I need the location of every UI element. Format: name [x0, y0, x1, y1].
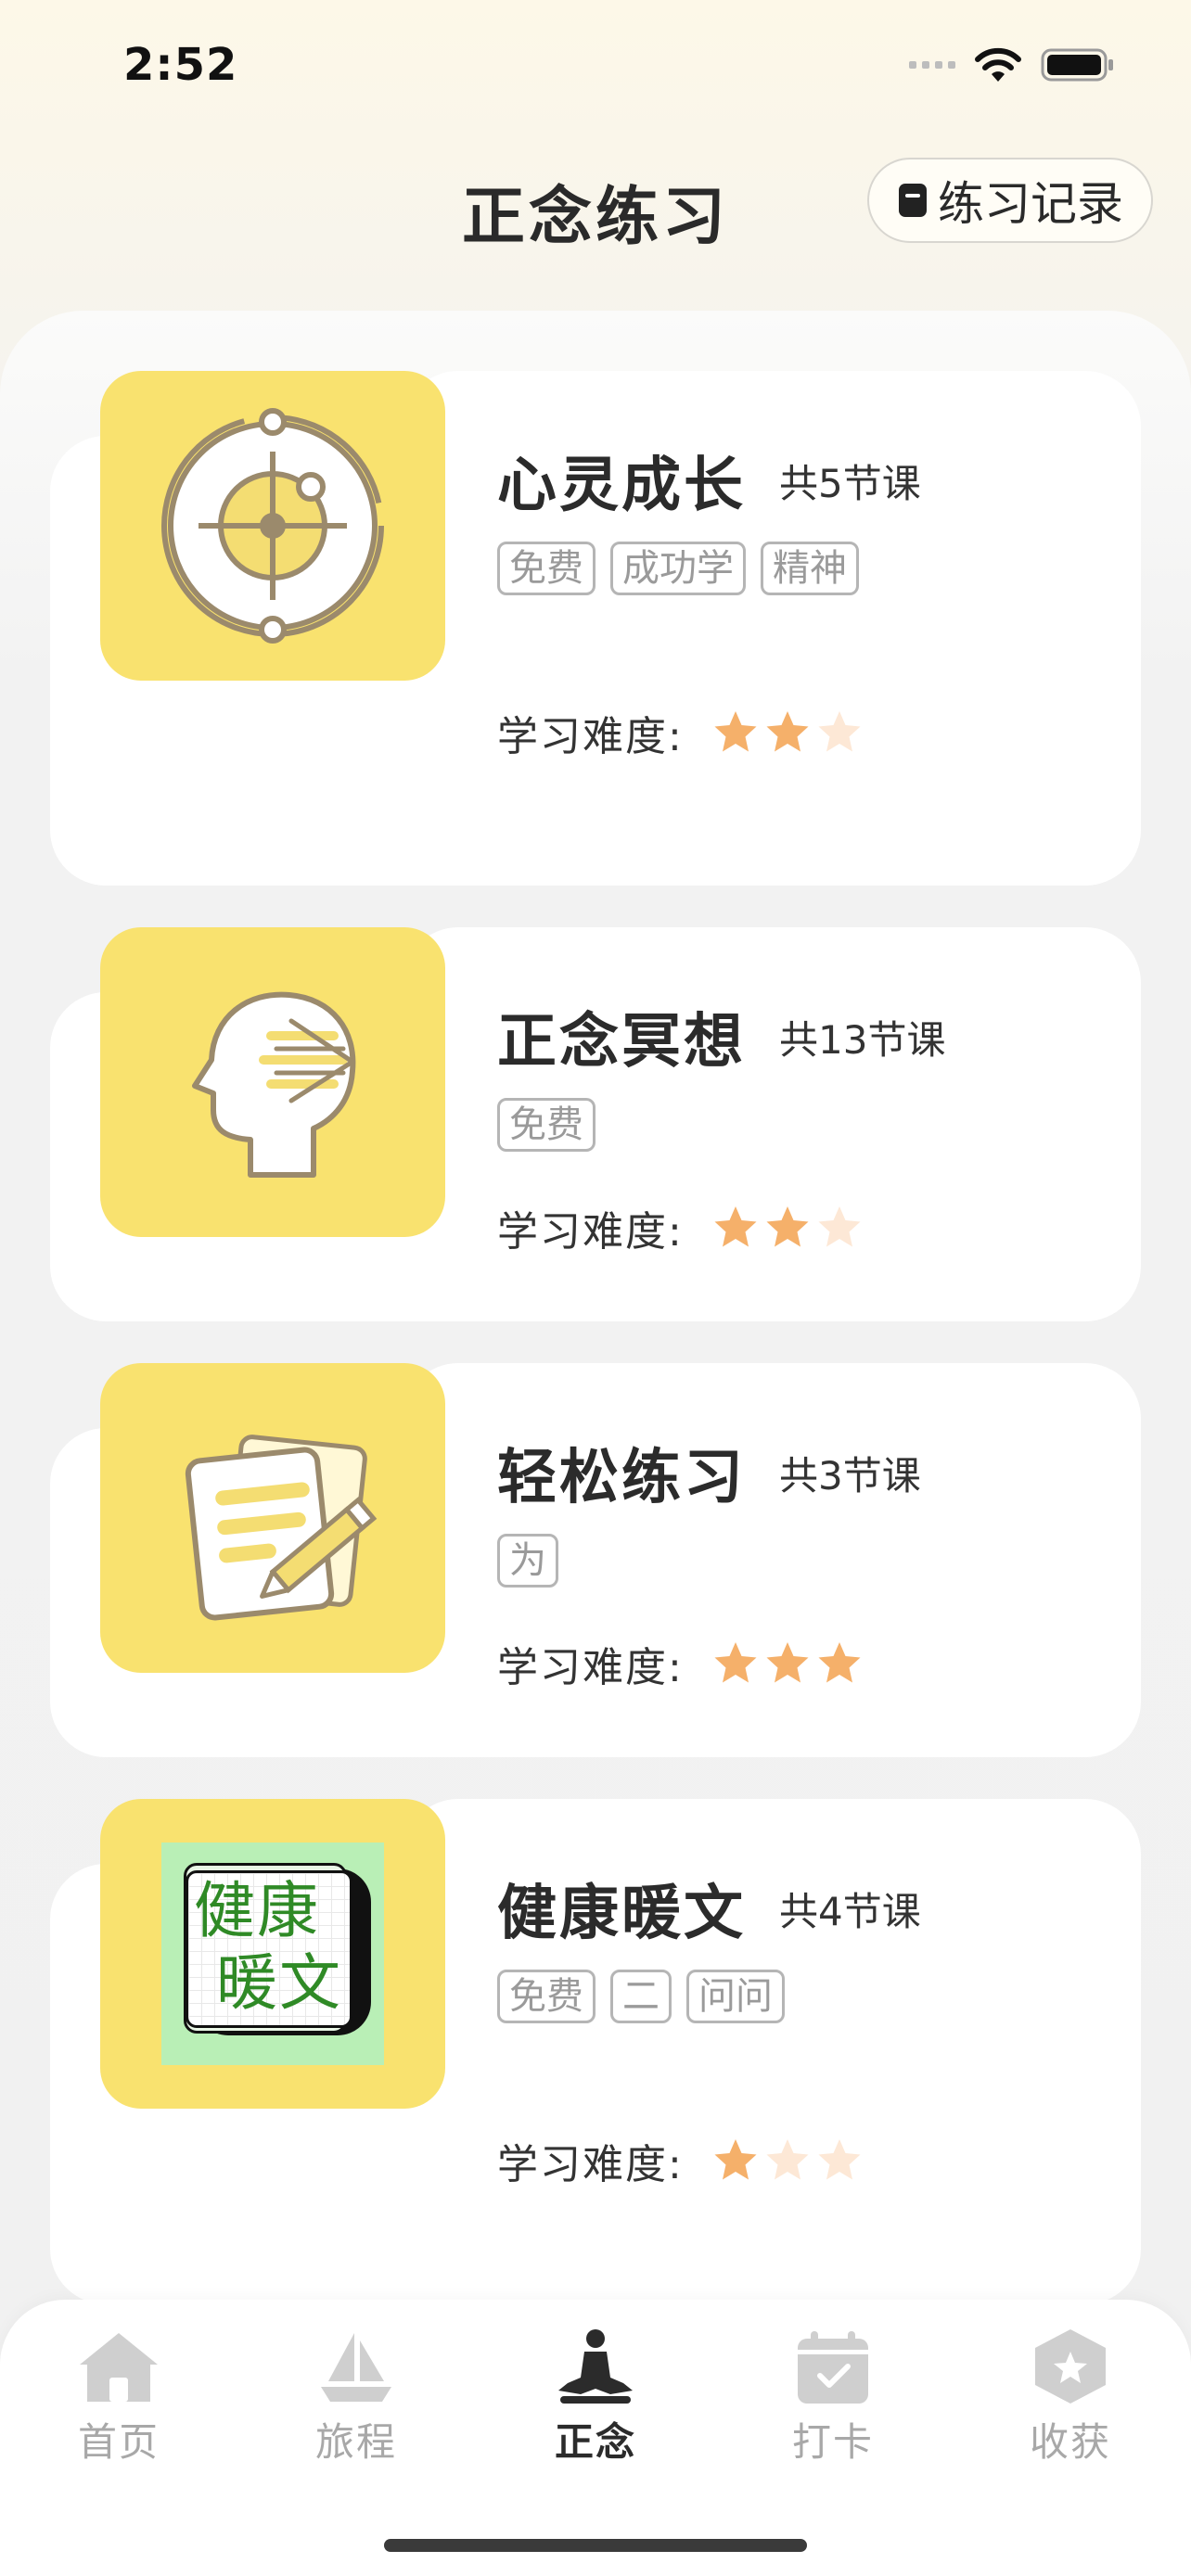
star-empty-icon	[766, 2139, 809, 2180]
course-list: 心灵成长 共5节课 免费 成功学 精神 学习难度: 正念冥想 共13节课 免费	[0, 311, 1191, 2443]
practice-record-label: 练习记录	[938, 177, 1123, 231]
course-card[interactable]: 心灵成长 共5节课 免费 成功学 精神 学习难度:	[50, 371, 1141, 886]
difficulty-stars	[711, 1204, 864, 1252]
wifi-icon	[975, 47, 1021, 82]
course-thumbnail	[100, 1363, 445, 1673]
notebook-icon	[899, 184, 927, 217]
course-card[interactable]: 正念冥想 共13节课 免费 学习难度:	[50, 927, 1141, 1321]
calendar-check-icon	[798, 2331, 868, 2404]
star-empty-icon	[818, 711, 861, 752]
difficulty-label: 学习难度:	[497, 1644, 684, 1691]
star-empty-icon	[818, 2139, 861, 2180]
star-filled-icon	[714, 1642, 757, 1683]
lesson-count: 共4节课	[779, 1889, 921, 1934]
thumb-text-line: 暖文	[216, 1947, 342, 2019]
compass-target-icon	[161, 408, 384, 644]
tag: 成功学	[610, 542, 746, 595]
notes-pencil-icon	[185, 1435, 378, 1621]
tab-label: 首页	[77, 2419, 160, 2465]
health-article-image: 健康 暖文	[161, 1843, 384, 2065]
difficulty-stars	[711, 1639, 864, 1688]
difficulty-row: 学习难度:	[497, 1198, 864, 1257]
course-card[interactable]: 轻松练习 共3节课 为 学习难度:	[50, 1363, 1141, 1757]
tab-checkin[interactable]: 打卡	[740, 2327, 926, 2468]
course-thumbnail	[100, 927, 445, 1237]
tab-harvest[interactable]: 收获	[978, 2327, 1163, 2468]
star-filled-icon	[766, 1206, 809, 1247]
tab-label: 正念	[554, 2419, 636, 2465]
tag: 免费	[497, 1970, 596, 2023]
status-icons	[909, 46, 1115, 83]
course-title: 健康暖文	[497, 1880, 746, 1948]
tab-home[interactable]: 首页	[26, 2327, 211, 2468]
tag: 问问	[686, 1970, 785, 2023]
meditation-icon	[558, 2329, 633, 2404]
star-filled-icon	[714, 711, 757, 752]
star-filled-icon	[714, 2139, 757, 2180]
tab-bar: 首页 旅程 正念 打卡 收获	[0, 2300, 1191, 2576]
practice-record-button[interactable]: 练习记录	[867, 158, 1153, 243]
course-card[interactable]: 健康 暖文 健康暖文 共4节课 免费 二 问问 学习难度:	[50, 1799, 1141, 2304]
tag: 免费	[497, 542, 596, 595]
tag: 免费	[497, 1098, 596, 1152]
tag-list: 免费 二 问问	[497, 1970, 785, 2023]
head-meditation-icon	[192, 991, 356, 1178]
star-filled-icon	[714, 1206, 757, 1247]
tag: 精神	[761, 542, 859, 595]
tag-list: 为	[497, 1534, 558, 1588]
difficulty-stars	[711, 708, 864, 757]
tab-mindfulness[interactable]: 正念	[503, 2327, 688, 2468]
tab-label: 收获	[1029, 2419, 1111, 2465]
home-icon	[80, 2333, 158, 2402]
sailboat-icon	[321, 2333, 391, 2402]
difficulty-label: 学习难度:	[497, 713, 684, 760]
course-thumbnail	[100, 371, 445, 681]
course-title: 心灵成长	[497, 452, 746, 520]
lesson-count: 共5节课	[779, 461, 921, 506]
course-thumbnail: 健康 暖文	[100, 1799, 445, 2109]
status-bar: 2:52	[0, 0, 1191, 139]
star-filled-icon	[766, 711, 809, 752]
battery-icon	[1041, 48, 1113, 82]
tag-list: 免费	[497, 1098, 596, 1152]
difficulty-row: 学习难度:	[497, 703, 864, 762]
tag-list: 免费 成功学 精神	[497, 542, 859, 595]
star-filled-icon	[766, 1642, 809, 1683]
status-time: 2:52	[123, 39, 238, 91]
hexagon-star-icon	[1035, 2329, 1106, 2404]
star-empty-icon	[818, 1206, 861, 1247]
difficulty-label: 学习难度:	[497, 1208, 684, 1256]
thumb-text-line: 健康	[194, 1875, 320, 1946]
difficulty-row: 学习难度:	[497, 1634, 864, 1693]
header: 正念练习 练习记录	[0, 148, 1191, 260]
lesson-count: 共13节课	[779, 1017, 946, 1063]
tab-label: 打卡	[791, 2419, 874, 2465]
star-filled-icon	[818, 1642, 861, 1683]
course-title: 轻松练习	[497, 1444, 746, 1512]
tab-label: 旅程	[314, 2419, 397, 2465]
difficulty-row: 学习难度:	[497, 2131, 864, 2190]
home-indicator	[384, 2539, 807, 2552]
difficulty-label: 学习难度:	[497, 2141, 684, 2188]
tag: 为	[497, 1534, 558, 1588]
cellular-signal-icon	[909, 61, 955, 69]
course-title: 正念冥想	[497, 1008, 746, 1077]
difficulty-stars	[711, 2136, 864, 2185]
tag: 二	[610, 1970, 672, 2023]
tab-journey[interactable]: 旅程	[263, 2327, 449, 2468]
lesson-count: 共3节课	[779, 1453, 921, 1498]
